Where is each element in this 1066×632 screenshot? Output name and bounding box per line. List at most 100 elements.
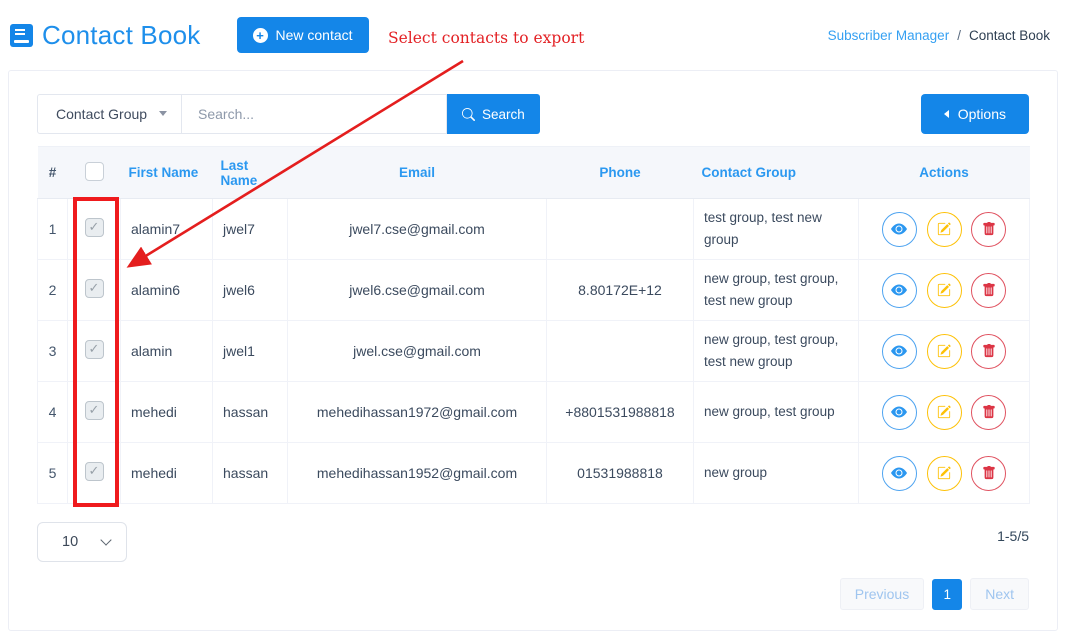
cell-row-index: 4 [38, 382, 68, 443]
select-all-checkbox-cell [68, 147, 121, 199]
column-header-email: Email [288, 147, 547, 199]
table-row: 4 mehedi hassan mehedihassan1972@gmail.c… [38, 382, 1030, 443]
edit-button[interactable] [927, 395, 962, 430]
cell-last-name: jwel1 [213, 321, 288, 382]
delete-button[interactable] [971, 334, 1006, 369]
breadcrumb-link-subscriber-manager[interactable]: Subscriber Manager [828, 28, 950, 43]
cell-contact-group: test group, test new group [694, 199, 859, 260]
column-header-first-name: First Name [121, 147, 213, 199]
cell-last-name: hassan [213, 443, 288, 504]
cell-row-checkbox [68, 382, 121, 443]
cell-row-index: 1 [38, 199, 68, 260]
delete-button[interactable] [971, 456, 1006, 491]
trash-icon [982, 222, 996, 236]
column-header-actions: Actions [859, 147, 1030, 199]
row-checkbox[interactable] [85, 279, 104, 298]
row-checkbox[interactable] [85, 401, 104, 420]
cell-contact-group: new group, test group [694, 382, 859, 443]
column-header-last-name: Last Name [213, 147, 288, 199]
cell-row-checkbox [68, 321, 121, 382]
eye-icon [891, 221, 907, 237]
search-button[interactable]: Search [447, 94, 540, 134]
select-all-checkbox[interactable] [85, 162, 104, 181]
edit-icon [937, 466, 951, 480]
options-button[interactable]: Options [921, 94, 1029, 134]
delete-button[interactable] [971, 273, 1006, 308]
options-button-label: Options [958, 106, 1006, 122]
cell-email: mehedihassan1952@gmail.com [288, 443, 547, 504]
row-checkbox[interactable] [85, 218, 104, 237]
column-header-contact-group: Contact Group [694, 147, 859, 199]
page-size-select[interactable]: 10 [37, 522, 127, 562]
edit-button[interactable] [927, 212, 962, 247]
cell-phone: 8.80172E+12 [547, 260, 694, 321]
cell-phone: 01531988818 [547, 443, 694, 504]
trash-icon [982, 466, 996, 480]
table-footer: 10 1-5/5 [37, 522, 1029, 562]
view-button[interactable] [882, 212, 917, 247]
contact-group-filter-select[interactable]: Contact Group [37, 94, 182, 134]
plus-circle-icon [253, 28, 268, 43]
contacts-table: # First Name Last Name Email Phone Conta… [37, 146, 1030, 504]
eye-icon [891, 343, 907, 359]
row-checkbox[interactable] [85, 340, 104, 359]
edit-button[interactable] [927, 334, 962, 369]
cell-row-checkbox [68, 199, 121, 260]
trash-icon [982, 283, 996, 297]
cell-actions [859, 321, 1030, 382]
cell-first-name: alamin7 [121, 199, 213, 260]
contact-book-icon [10, 24, 33, 47]
edit-button[interactable] [927, 273, 962, 308]
breadcrumb-separator: / [957, 28, 961, 43]
annotation-select-contacts-to-export: Select contacts to export [388, 29, 584, 47]
eye-icon [891, 465, 907, 481]
eye-icon [891, 404, 907, 420]
cell-email: mehedihassan1972@gmail.com [288, 382, 547, 443]
row-checkbox[interactable] [85, 462, 104, 481]
cell-actions [859, 382, 1030, 443]
cell-phone: +8801531988818 [547, 382, 694, 443]
cell-first-name: mehedi [121, 382, 213, 443]
table-row: 3 alamin jwel1 jwel.cse@gmail.com new gr… [38, 321, 1030, 382]
caret-left-icon [944, 110, 949, 118]
results-range-label: 1-5/5 [997, 528, 1029, 544]
cell-row-index: 3 [38, 321, 68, 382]
pagination-previous-button[interactable]: Previous [840, 578, 924, 610]
trash-icon [982, 405, 996, 419]
pagination-next-button[interactable]: Next [970, 578, 1029, 610]
cell-phone [547, 321, 694, 382]
search-input[interactable] [182, 94, 447, 134]
new-contact-button[interactable]: New contact [237, 17, 369, 53]
view-button[interactable] [882, 334, 917, 369]
delete-button[interactable] [971, 212, 1006, 247]
breadcrumb: Subscriber Manager / Contact Book [828, 28, 1050, 43]
trash-icon [982, 344, 996, 358]
view-button[interactable] [882, 456, 917, 491]
column-header-phone: Phone [547, 147, 694, 199]
cell-email: jwel.cse@gmail.com [288, 321, 547, 382]
cell-actions [859, 199, 1030, 260]
cell-row-checkbox [68, 443, 121, 504]
cell-row-index: 2 [38, 260, 68, 321]
cell-row-index: 5 [38, 443, 68, 504]
cell-phone [547, 199, 694, 260]
cell-contact-group: new group, test group, test new group [694, 260, 859, 321]
page-title: Contact Book [42, 20, 201, 51]
new-contact-label: New contact [276, 27, 353, 43]
view-button[interactable] [882, 273, 917, 308]
contact-table-body: 1 alamin7 jwel7 jwel7.cse@gmail.com test… [38, 199, 1030, 504]
delete-button[interactable] [971, 395, 1006, 430]
pagination-page-1-button[interactable]: 1 [932, 579, 962, 610]
table-row: 1 alamin7 jwel7 jwel7.cse@gmail.com test… [38, 199, 1030, 260]
edit-icon [937, 222, 951, 236]
cell-first-name: alamin [121, 321, 213, 382]
view-button[interactable] [882, 395, 917, 430]
edit-button[interactable] [927, 456, 962, 491]
edit-icon [937, 405, 951, 419]
column-header-index: # [38, 147, 68, 199]
cell-first-name: mehedi [121, 443, 213, 504]
toolbar: Contact Group Search Options [37, 94, 1029, 134]
cell-actions [859, 260, 1030, 321]
edit-icon [937, 283, 951, 297]
eye-icon [891, 282, 907, 298]
